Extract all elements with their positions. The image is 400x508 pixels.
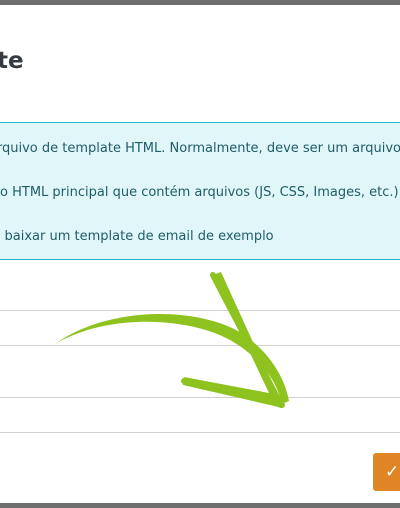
form-divider [0, 310, 400, 311]
modal-title: te [0, 48, 24, 74]
confirm-button[interactable]: ✓ [373, 453, 400, 491]
info-alert: Envie um arquivo de template HTML. Norma… [0, 122, 400, 260]
form-divider [0, 345, 400, 346]
form-divider [0, 397, 400, 398]
info-line-main-file: - Um arquivo HTML principal que contém a… [0, 185, 399, 200]
info-line-zip: Envie um arquivo de template HTML. Norma… [0, 141, 400, 156]
footer-divider [0, 432, 400, 433]
upload-template-modal: te Envie um arquivo de template HTML. No… [0, 5, 400, 503]
info-line-example: - Você pode baixar um template de email … [0, 229, 274, 244]
check-icon: ✓ [385, 462, 400, 482]
